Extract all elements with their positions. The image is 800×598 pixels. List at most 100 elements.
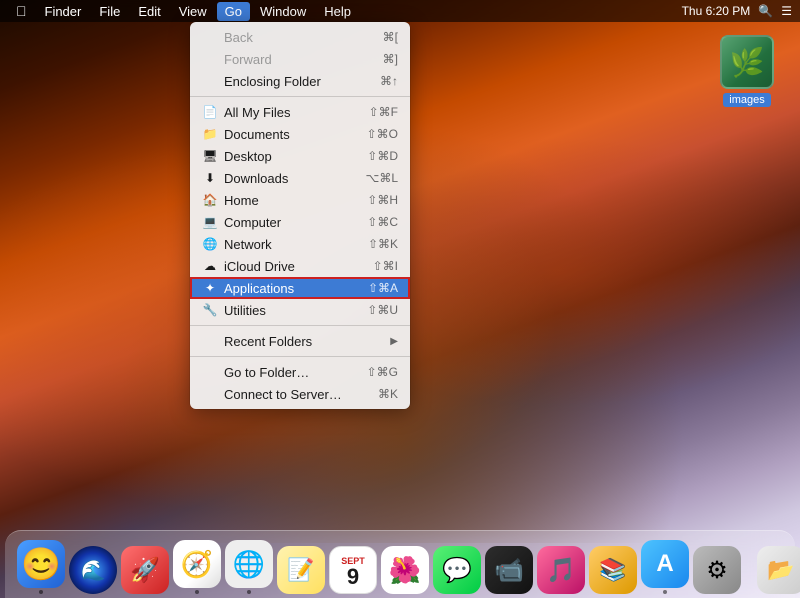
dock-item-finder[interactable]: 😊 [17, 540, 65, 594]
menu-item-network-shortcut: ⇧⌘K [368, 237, 398, 251]
menu-item-all-my-files[interactable]: 📄 All My Files ⇧⌘F [190, 101, 410, 123]
dock-item-sysprefs[interactable]: ⚙ [693, 546, 741, 594]
dock-item-finder2[interactable]: 📂 [757, 546, 800, 594]
applications-icon: ✦ [202, 280, 218, 296]
utilities-icon: 🔧 [202, 302, 218, 318]
menu-item-back-label: Back [224, 30, 383, 45]
menu-item-forward[interactable]: Forward ⌘] [190, 48, 410, 70]
menu-separator-2 [190, 325, 410, 326]
menu-item-connect[interactable]: Connect to Server… ⌘K [190, 383, 410, 405]
dock-item-safari[interactable]: 🧭 [173, 540, 221, 594]
menu-item-computer[interactable]: 💻 Computer ⇧⌘C [190, 211, 410, 233]
forward-icon [202, 51, 218, 67]
menubar-control-icon[interactable]: ☰ [781, 4, 792, 18]
dock-item-chrome[interactable]: 🌐 [225, 540, 273, 594]
menu-item-enclosing-shortcut: ⌘↑ [380, 74, 398, 88]
connect-icon [202, 386, 218, 402]
menu-item-connect-label: Connect to Server… [224, 387, 378, 402]
menu-item-documents[interactable]: 📁 Documents ⇧⌘O [190, 123, 410, 145]
menu-item-back-shortcut: ⌘[ [383, 30, 398, 44]
menubar-finder[interactable]: Finder [37, 2, 90, 21]
dock-icon-launchpad: 🚀 [121, 546, 169, 594]
menu-item-utilities-shortcut: ⇧⌘U [367, 303, 398, 317]
desktop-icon-label: images [723, 93, 770, 107]
menu-item-back[interactable]: Back ⌘[ [190, 26, 410, 48]
menu-item-forward-shortcut: ⌘] [383, 52, 398, 66]
dock-dot-appstore [663, 590, 667, 594]
menubar-window[interactable]: Window [252, 2, 314, 21]
icloud-icon: ☁ [202, 258, 218, 274]
dock: 😊 🌊 🚀 🧭 🌐 📝 Sept 9 🌺 [5, 530, 795, 598]
menu-item-forward-label: Forward [224, 52, 383, 67]
menu-item-home-label: Home [224, 193, 367, 208]
menubar-time: Thu 6:20 PM [682, 4, 751, 18]
dock-item-calendar[interactable]: Sept 9 [329, 546, 377, 594]
dock-item-siri[interactable]: 🌊 [69, 546, 117, 594]
menu-item-utilities[interactable]: 🔧 Utilities ⇧⌘U [190, 299, 410, 321]
menu-item-downloads-shortcut: ⌥⌘L [365, 171, 398, 185]
home-icon: 🏠 [202, 192, 218, 208]
menu-item-icloud-label: iCloud Drive [224, 259, 373, 274]
menubar-left:  Finder File Edit View Go Window Help [8, 1, 359, 21]
menubar-file[interactable]: File [91, 2, 128, 21]
menubar-edit[interactable]: Edit [130, 2, 168, 21]
dock-item-photos[interactable]: 🌺 [381, 546, 429, 594]
menu-item-documents-shortcut: ⇧⌘O [367, 127, 398, 141]
dock-icon-appstore: A [641, 540, 689, 588]
dock-item-launchpad[interactable]: 🚀 [121, 546, 169, 594]
dock-icon-sysprefs: ⚙ [693, 546, 741, 594]
documents-icon: 📁 [202, 126, 218, 142]
dock-item-appstore[interactable]: A [641, 540, 689, 594]
dock-icon-messages: 💬 [433, 546, 481, 594]
computer-icon: 💻 [202, 214, 218, 230]
menu-item-go-to-folder-shortcut: ⇧⌘G [367, 365, 398, 379]
menu-item-network[interactable]: 🌐 Network ⇧⌘K [190, 233, 410, 255]
menu-item-downloads[interactable]: ⬇ Downloads ⌥⌘L [190, 167, 410, 189]
menu-item-network-label: Network [224, 237, 368, 252]
menubar-go[interactable]: Go [217, 2, 250, 21]
menu-item-applications[interactable]: ✦ Applications ⇧⌘A [190, 277, 410, 299]
menubar-right: Thu 6:20 PM 🔍 ☰ [682, 4, 792, 18]
dock-icon-siri: 🌊 [69, 546, 117, 594]
dock-item-itunes[interactable]: 🎵 [537, 546, 585, 594]
menu-separator-3 [190, 356, 410, 357]
dock-item-messages[interactable]: 💬 [433, 546, 481, 594]
all-my-files-icon: 📄 [202, 104, 218, 120]
dock-icon-safari: 🧭 [173, 540, 221, 588]
menu-item-icloud[interactable]: ☁ iCloud Drive ⇧⌘I [190, 255, 410, 277]
recent-folders-arrow: ▶ [390, 336, 398, 347]
menu-item-all-my-files-label: All My Files [224, 105, 369, 120]
menu-item-enclosing[interactable]: Enclosing Folder ⌘↑ [190, 70, 410, 92]
desktop-icon-images[interactable]: 🌿 images [712, 35, 782, 107]
desktop-icon-thumbnail: 🌿 [720, 35, 774, 89]
menu-item-applications-shortcut: ⇧⌘A [368, 281, 398, 295]
go-menu-dropdown: Back ⌘[ Forward ⌘] Enclosing Folder ⌘↑ 📄… [190, 22, 410, 409]
menu-item-desktop-shortcut: ⇧⌘D [367, 149, 398, 163]
menubar-search-icon[interactable]: 🔍 [758, 4, 773, 18]
dock-item-ibooks[interactable]: 📚 [589, 546, 637, 594]
go-to-folder-icon [202, 364, 218, 380]
dock-icon-chrome: 🌐 [225, 540, 273, 588]
network-icon: 🌐 [202, 236, 218, 252]
menubar-view[interactable]: View [171, 2, 215, 21]
menu-item-recent-folders[interactable]: Recent Folders ▶ [190, 330, 410, 352]
menu-item-downloads-label: Downloads [224, 171, 365, 186]
apple-menu[interactable]:  [8, 1, 35, 21]
enclosing-icon [202, 73, 218, 89]
dock-dot-chrome [247, 590, 251, 594]
menu-item-desktop[interactable]: 🖥 Desktop ⇧⌘D [190, 145, 410, 167]
dock-item-notes[interactable]: 📝 [277, 546, 325, 594]
desktop-icon-menu: 🖥 [202, 148, 218, 164]
menu-separator-1 [190, 96, 410, 97]
dock-icon-ibooks: 📚 [589, 546, 637, 594]
dock-dot-finder [39, 590, 43, 594]
menu-item-recent-folders-label: Recent Folders [224, 334, 390, 349]
menu-item-home[interactable]: 🏠 Home ⇧⌘H [190, 189, 410, 211]
menu-item-icloud-shortcut: ⇧⌘I [373, 259, 398, 273]
downloads-icon: ⬇ [202, 170, 218, 186]
menu-item-go-to-folder[interactable]: Go to Folder… ⇧⌘G [190, 361, 410, 383]
menu-item-home-shortcut: ⇧⌘H [367, 193, 398, 207]
dock-item-facetime[interactable]: 📹 [485, 546, 533, 594]
menu-item-applications-label: Applications [224, 281, 368, 296]
menubar-help[interactable]: Help [316, 2, 359, 21]
